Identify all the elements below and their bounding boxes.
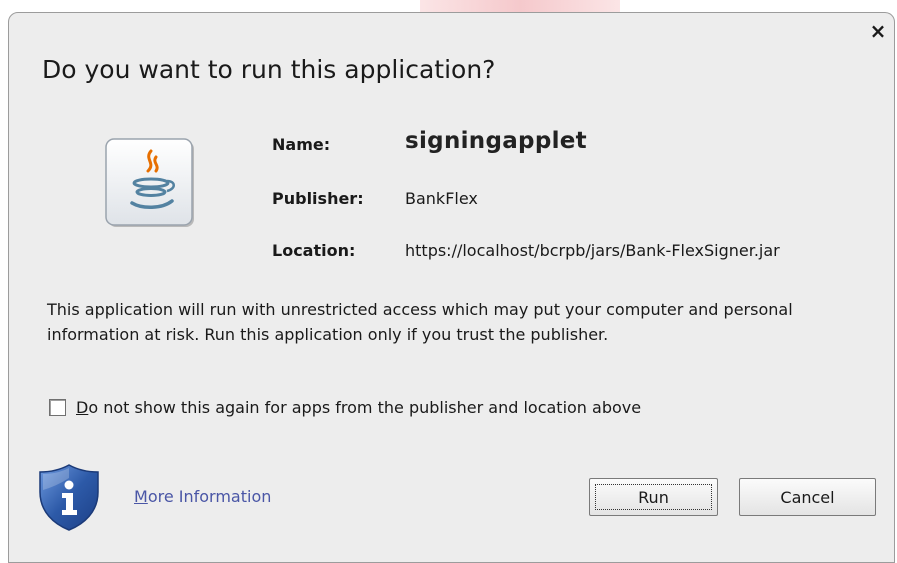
cancel-button-label: Cancel [780,487,835,507]
cancel-button[interactable]: Cancel [739,478,876,516]
more-information-link[interactable]: More Information [134,487,271,506]
location-label: Location: [272,241,356,260]
focus-ring [595,484,712,510]
do-not-show-again-option[interactable]: Do not show this again for apps from the… [49,396,641,418]
security-warning-text: This application will run with unrestric… [47,300,793,344]
name-value: signingapplet [405,128,587,154]
run-button[interactable]: Run [589,478,718,516]
do-not-show-again-label[interactable]: Do not show this again for apps from the… [76,398,641,417]
dialog-title: Do you want to run this application? [42,55,496,84]
publisher-label: Publisher: [272,189,364,208]
shield-info-icon [36,462,102,532]
do-not-show-again-checkbox[interactable] [49,398,66,416]
location-value: https://localhost/bcrpb/jars/Bank-FlexSi… [405,241,780,260]
publisher-value: BankFlex [405,189,478,208]
java-icon [104,137,198,231]
name-label: Name: [272,135,331,154]
close-icon[interactable]: × [867,20,889,42]
